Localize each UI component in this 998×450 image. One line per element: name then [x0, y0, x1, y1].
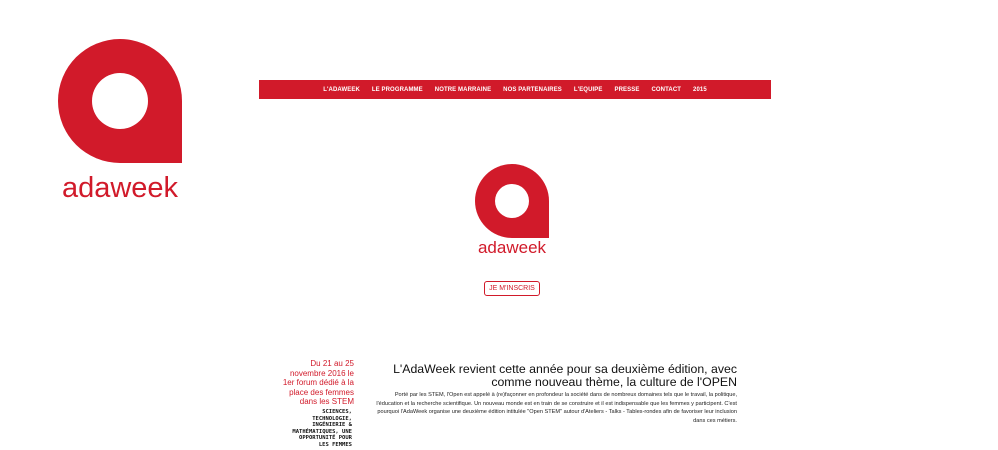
nav-item-equipe[interactable]: L'EQUIPE: [568, 87, 609, 93]
nav-item-adaweek[interactable]: L'ADAWEEK: [317, 87, 366, 93]
nav-item-marraine[interactable]: NOTRE MARRAINE: [429, 87, 497, 93]
page-headline: L'AdaWeek revient cette année pour sa de…: [393, 362, 737, 389]
nav-item-partenaires[interactable]: NOS PARTENAIRES: [497, 87, 568, 93]
adaweek-logo-center[interactable]: adaweek: [472, 162, 553, 256]
register-button[interactable]: JE M'INSCRIS: [484, 281, 540, 296]
logo-wordmark: adaweek: [62, 172, 179, 203]
stem-tagline: SCIENCES, TECHNOLOGIE, INGÉNIERIE & MATH…: [292, 409, 352, 448]
adaweek-logo-large: adaweek: [58, 39, 182, 203]
event-date-text: Du 21 au 25 novembre 2016 le 1er forum d…: [282, 359, 354, 406]
main-navigation: L'ADAWEEK LE PROGRAMME NOTRE MARRAINE NO…: [259, 80, 771, 99]
nav-item-programme[interactable]: LE PROGRAMME: [366, 87, 429, 93]
page-body-text: Porté par les STEM, l'Open est appelé à …: [376, 392, 737, 424]
nav-item-presse[interactable]: PRESSE: [608, 87, 645, 93]
nav-item-2015[interactable]: 2015: [687, 87, 713, 93]
nav-item-contact[interactable]: CONTACT: [645, 87, 687, 93]
logo-wordmark: adaweek: [478, 238, 547, 256]
